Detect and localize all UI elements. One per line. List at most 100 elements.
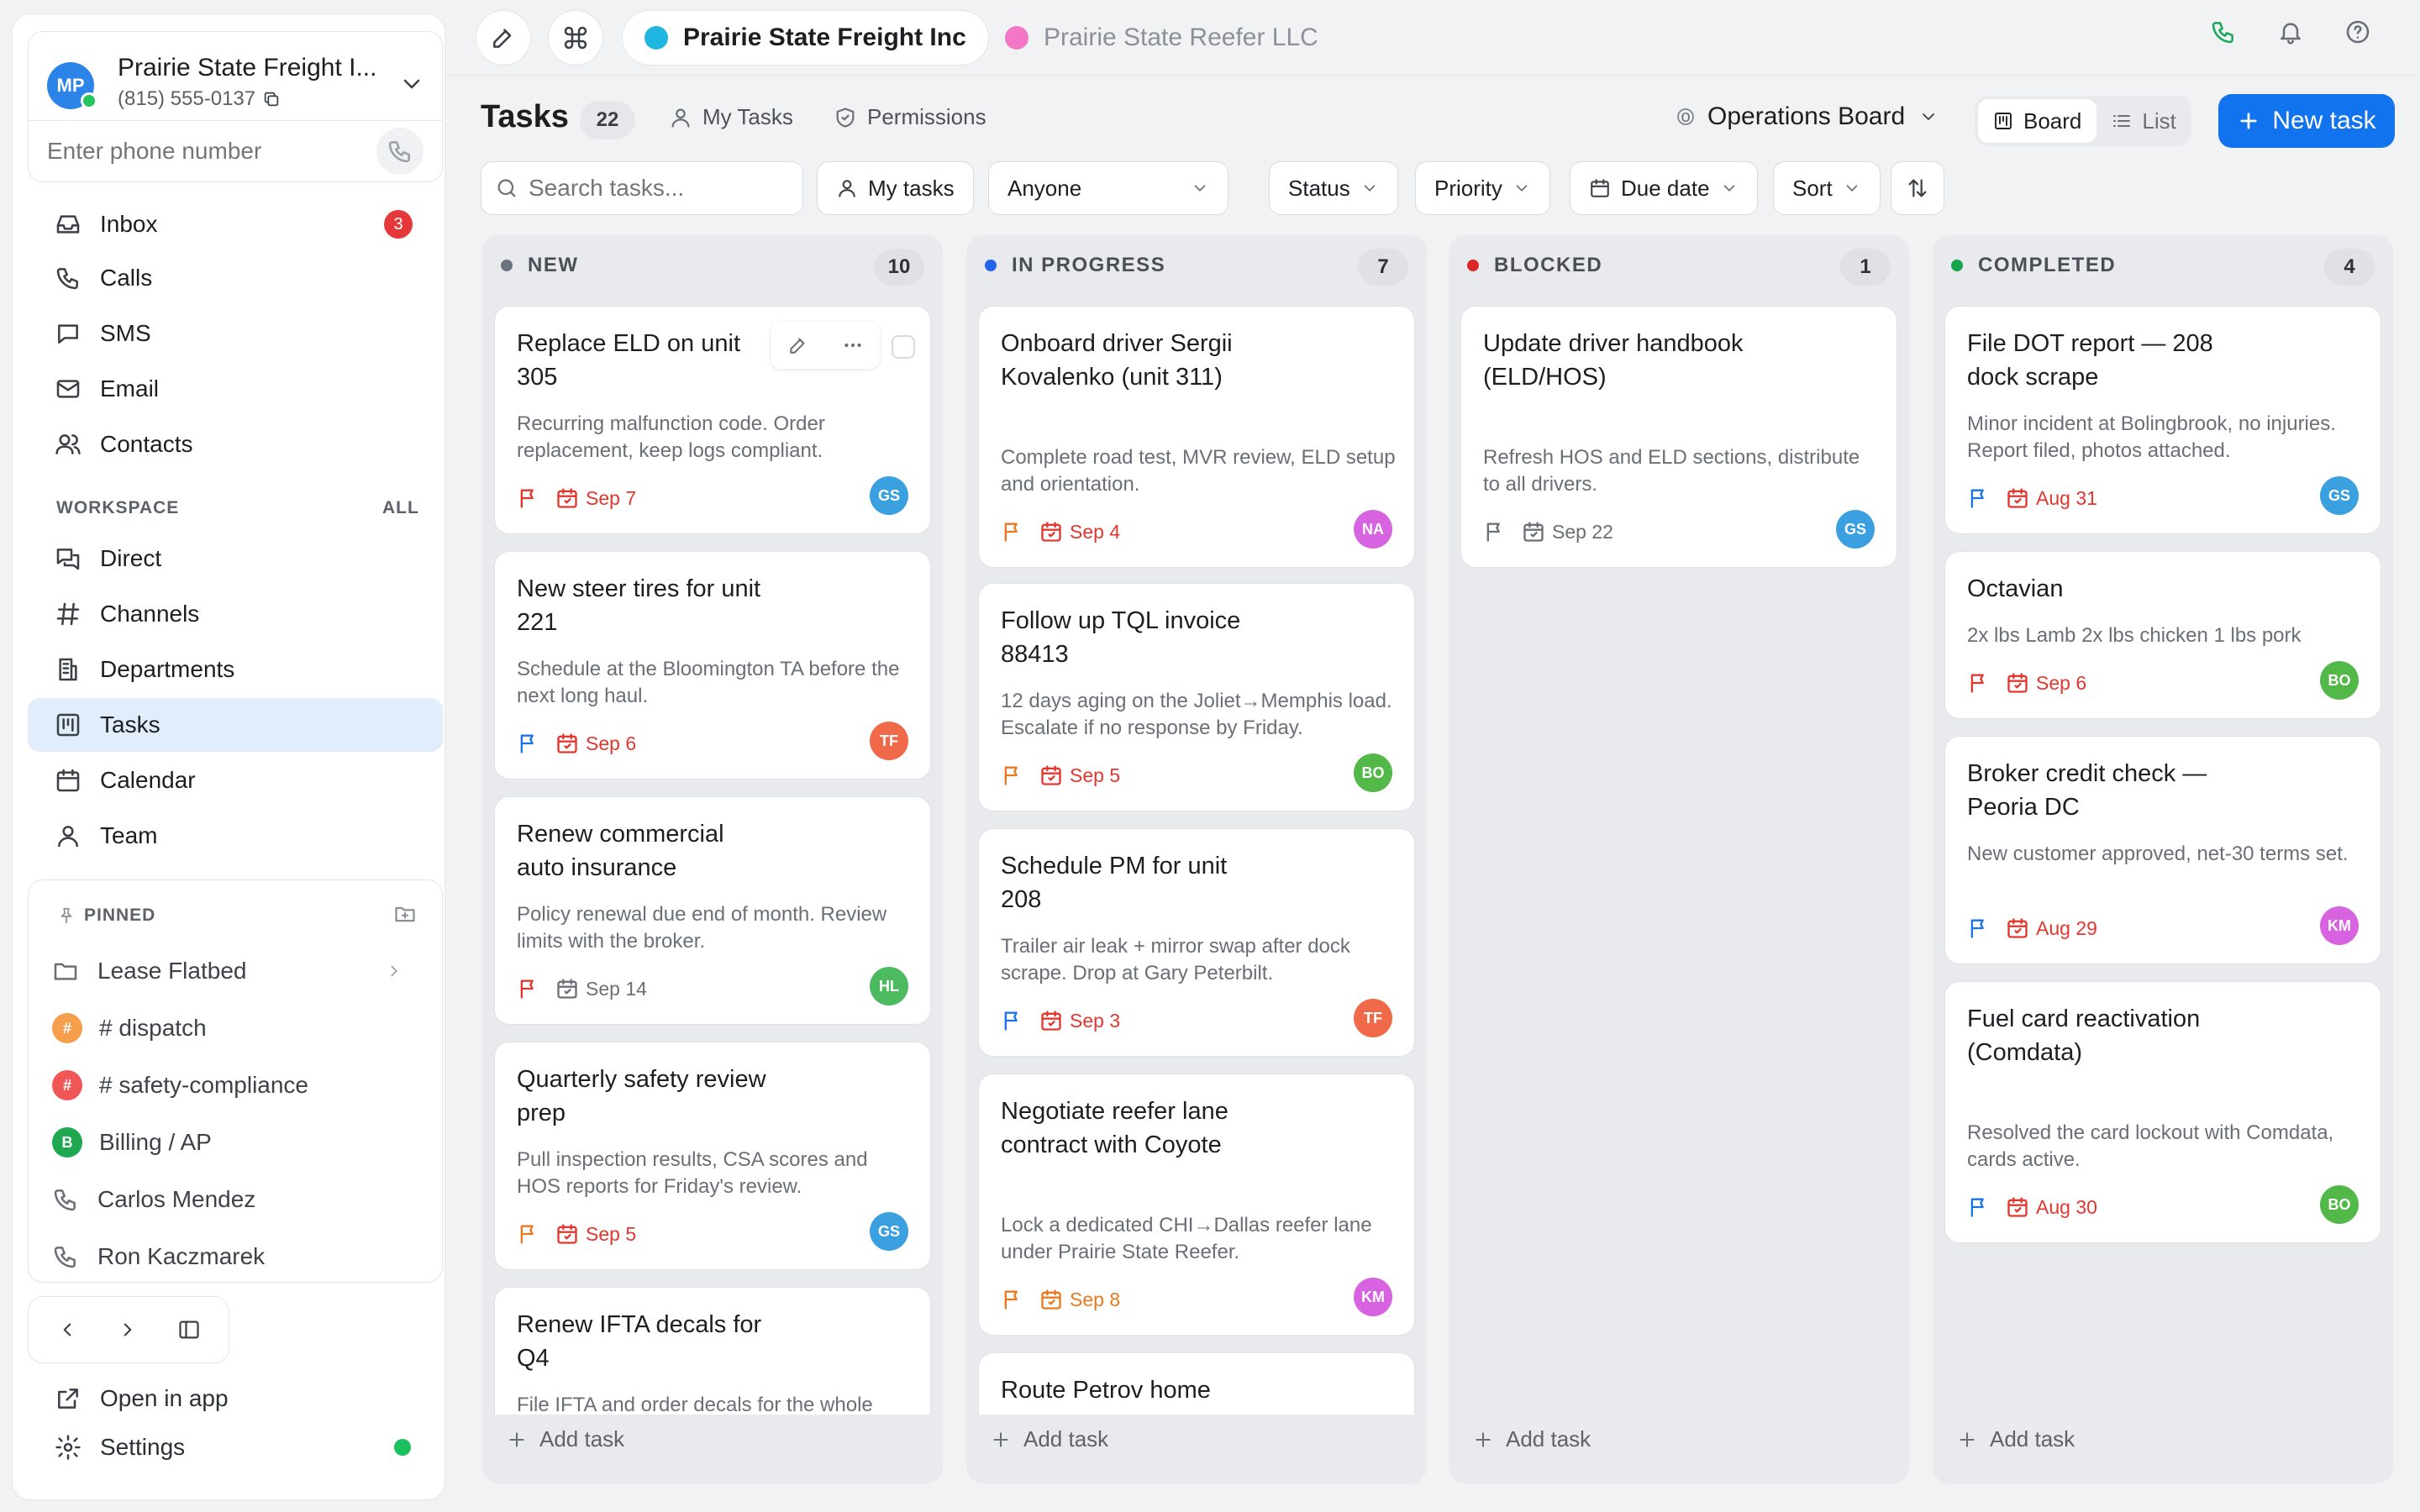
- task-due-date[interactable]: Sep 4: [1039, 520, 1120, 543]
- nav-sms[interactable]: SMS: [28, 307, 443, 360]
- help-icon[interactable]: [2344, 18, 2371, 45]
- add-task-button[interactable]: Add task: [1472, 1426, 1591, 1452]
- priority-flag-icon[interactable]: [1967, 671, 1991, 695]
- task-due-date[interactable]: Sep 6: [555, 732, 636, 755]
- assignee-avatar[interactable]: BO: [2320, 1185, 2359, 1224]
- call-button[interactable]: [376, 128, 424, 175]
- nav-tasks[interactable]: Tasks: [28, 698, 443, 752]
- assignee-avatar[interactable]: KM: [1354, 1278, 1392, 1316]
- priority-flag-icon[interactable]: [1001, 1009, 1024, 1032]
- task-due-date[interactable]: Sep 7: [555, 486, 636, 510]
- task-card[interactable]: Quarterly safety review prep Pull inspec…: [494, 1042, 931, 1270]
- permissions-link[interactable]: Permissions: [834, 104, 986, 130]
- edit-icon[interactable]: [787, 334, 809, 356]
- pinned-item-carlos-mendez[interactable]: Carlos Mendez: [52, 1173, 422, 1226]
- nav-contacts[interactable]: Contacts: [28, 417, 443, 471]
- assignee-avatar[interactable]: GS: [870, 1212, 908, 1251]
- command-button[interactable]: [548, 10, 603, 66]
- task-card[interactable]: Schedule PM for unit 208 Trailer air lea…: [978, 828, 1415, 1057]
- task-due-date[interactable]: Aug 31: [2006, 486, 2097, 510]
- task-card[interactable]: Update driver handbook (ELD/HOS) Refresh…: [1460, 306, 1897, 568]
- search-input[interactable]: [529, 175, 781, 202]
- settings-link[interactable]: Settings: [28, 1424, 443, 1471]
- nav-direct[interactable]: Direct: [28, 532, 443, 585]
- assignee-avatar[interactable]: BO: [1354, 753, 1392, 792]
- assignee-avatar[interactable]: KM: [2320, 906, 2359, 945]
- assignee-filter[interactable]: Anyone: [988, 161, 1228, 215]
- phone-icon[interactable]: [2210, 18, 2237, 45]
- sort-button[interactable]: Sort: [1773, 161, 1881, 215]
- nav-departments[interactable]: Departments: [28, 643, 443, 696]
- task-card[interactable]: File DOT report — 208 dock scrape Minor …: [1944, 306, 2381, 534]
- task-due-date[interactable]: Sep 3: [1039, 1009, 1120, 1032]
- priority-flag-icon[interactable]: [1001, 1288, 1024, 1311]
- assignee-avatar[interactable]: NA: [1354, 510, 1392, 549]
- add-folder-icon[interactable]: [393, 902, 417, 926]
- add-task-button[interactable]: Add task: [1956, 1426, 2075, 1452]
- priority-flag-icon[interactable]: [1967, 486, 1991, 510]
- due-date-filter[interactable]: Due date: [1570, 161, 1758, 215]
- task-card[interactable]: Renew IFTA decals for Q4 File IFTA and o…: [494, 1287, 931, 1415]
- open-in-app-link[interactable]: Open in app: [28, 1375, 443, 1422]
- task-card[interactable]: Replace ELD on unit 305 Recurring malfun…: [494, 306, 931, 534]
- assignee-avatar[interactable]: GS: [870, 476, 908, 515]
- chevron-right-icon[interactable]: [117, 1319, 139, 1341]
- task-card[interactable]: Onboard driver Sergii Kovalenko (unit 31…: [978, 306, 1415, 568]
- priority-filter[interactable]: Priority: [1415, 161, 1550, 215]
- nav-channels[interactable]: Channels: [28, 587, 443, 641]
- task-due-date[interactable]: Sep 8: [1039, 1288, 1120, 1311]
- pinned-item-safety-compliance[interactable]: # # safety-compliance: [52, 1058, 422, 1112]
- assignee-avatar[interactable]: GS: [1836, 510, 1875, 549]
- nav-inbox[interactable]: Inbox 3: [28, 197, 443, 251]
- sort-direction-button[interactable]: [1891, 161, 1944, 215]
- priority-flag-icon[interactable]: [1483, 520, 1507, 543]
- assignee-avatar[interactable]: TF: [1354, 999, 1392, 1037]
- task-due-date[interactable]: Sep 5: [1039, 764, 1120, 787]
- priority-flag-icon[interactable]: [1001, 764, 1024, 787]
- task-card[interactable]: Follow up TQL invoice 88413 12 days agin…: [978, 583, 1415, 811]
- add-task-button[interactable]: Add task: [990, 1426, 1108, 1452]
- nav-calendar[interactable]: Calendar: [28, 753, 443, 807]
- priority-flag-icon[interactable]: [1967, 1195, 1991, 1219]
- priority-flag-icon[interactable]: [1001, 520, 1024, 543]
- pinned-item-lease-flatbed[interactable]: Lease Flatbed: [52, 944, 422, 998]
- copy-icon[interactable]: [262, 90, 281, 108]
- nav-calls[interactable]: Calls: [28, 251, 443, 305]
- task-card[interactable]: New steer tires for unit 221 Schedule at…: [494, 551, 931, 780]
- priority-flag-icon[interactable]: [517, 486, 540, 510]
- task-card[interactable]: Fuel card reactivation (Comdata) Resolve…: [1944, 981, 2381, 1243]
- task-due-date[interactable]: Aug 29: [2006, 916, 2097, 940]
- tab-prairie-state-freight[interactable]: Prairie State Freight Inc: [622, 10, 989, 66]
- view-board-button[interactable]: Board: [1978, 99, 2097, 143]
- tab-prairie-state-reefer[interactable]: Prairie State Reefer LLC: [983, 10, 1340, 66]
- compose-button[interactable]: [476, 10, 531, 66]
- board-selector[interactable]: o Operations Board: [1677, 102, 1939, 131]
- task-card[interactable]: Route Petrov home: [978, 1352, 1415, 1415]
- chevron-right-icon[interactable]: [385, 962, 403, 980]
- account-header[interactable]: MP Prairie State Freight I... (815) 555-…: [29, 32, 442, 121]
- pinned-item-dispatch[interactable]: # # dispatch: [52, 1001, 422, 1055]
- priority-flag-icon[interactable]: [517, 977, 540, 1000]
- search-box[interactable]: [481, 161, 803, 215]
- assignee-avatar[interactable]: BO: [2320, 661, 2359, 700]
- sidebar-toggle-icon[interactable]: [177, 1318, 201, 1341]
- bell-icon[interactable]: [2277, 18, 2304, 45]
- task-card[interactable]: Negotiate reefer lane contract with Coyo…: [978, 1074, 1415, 1336]
- priority-flag-icon[interactable]: [517, 1222, 540, 1246]
- my-tasks-link[interactable]: My Tasks: [669, 104, 793, 130]
- task-due-date[interactable]: Sep 6: [2006, 671, 2086, 695]
- assignee-avatar[interactable]: TF: [870, 722, 908, 760]
- task-card[interactable]: Broker credit check — Peoria DC New cust…: [1944, 736, 2381, 964]
- task-due-date[interactable]: Sep 14: [555, 977, 647, 1000]
- assignee-avatar[interactable]: HL: [870, 967, 908, 1005]
- workspace-all-link[interactable]: ALL: [382, 498, 419, 518]
- new-task-button[interactable]: New task: [2218, 94, 2395, 148]
- task-card[interactable]: Renew commercial auto insurance Policy r…: [494, 796, 931, 1025]
- pinned-item-ron-kaczmarek[interactable]: Ron Kaczmarek: [52, 1230, 422, 1282]
- nav-team[interactable]: Team: [28, 809, 443, 863]
- task-select-checkbox[interactable]: [892, 335, 915, 359]
- account-switcher[interactable]: MP Prairie State Freight I... (815) 555-…: [28, 31, 443, 182]
- chevron-left-icon[interactable]: [56, 1319, 78, 1341]
- priority-flag-icon[interactable]: [517, 732, 540, 755]
- more-horizontal-icon[interactable]: [842, 334, 864, 356]
